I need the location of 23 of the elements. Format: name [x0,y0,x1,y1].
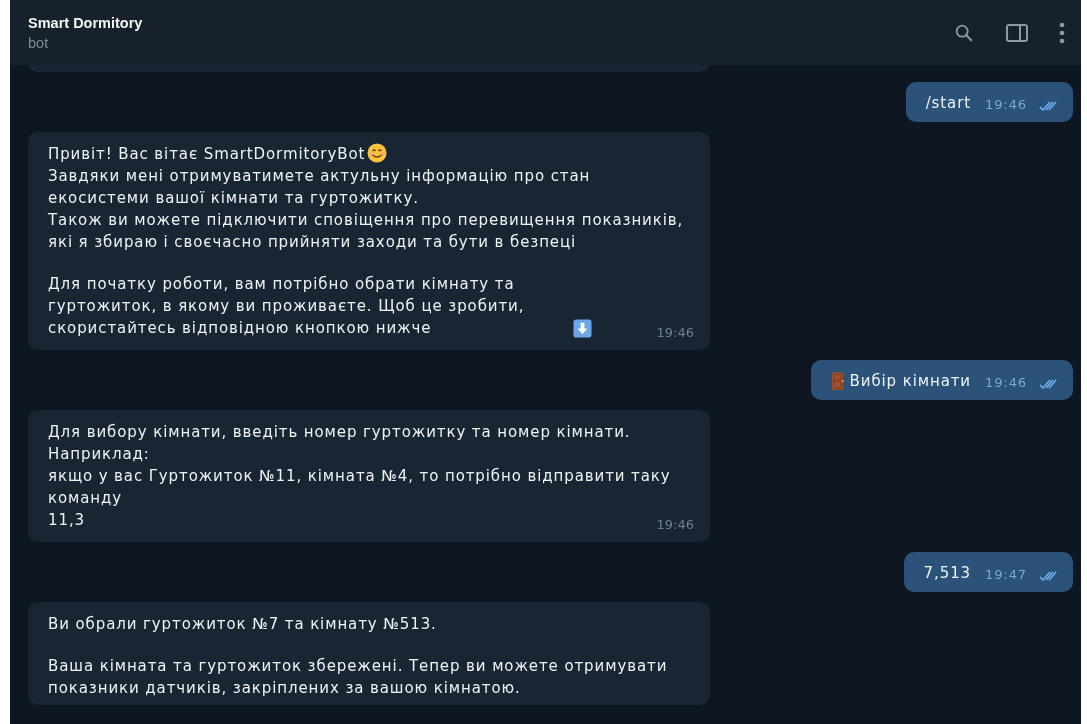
message-text: Ви обрали гуртожиток №7 та кімнату №513. [48,615,437,633]
menu-icon[interactable] [1059,21,1065,44]
message-text: Привіт! Вас вітає SmartDormitoryBot [48,145,366,163]
message-text: 11,3 [48,511,85,529]
message-time: 19:46 [985,374,1027,392]
message-text: Вибір кімнати [849,372,972,390]
smiley-icon [367,143,388,163]
sidebar-toggle-icon[interactable] [1005,22,1029,43]
message-time: 19:47 [985,566,1027,584]
message-text: Ваша кімната та гуртожиток збережені. Тепер ви можете отримувати показники датчиків, закріплених за вашою кімнатою. [48,657,668,697]
message-text: Для вибору кімнати, введіть номер гуртожитку та номер кімнати. Наприклад: [48,423,631,463]
message-time: 19:46 [656,517,694,532]
message-text: /start [925,94,972,112]
message-time: 19:46 [985,96,1027,114]
message-text: 7,513 [923,564,972,582]
chat-title: Smart Dormitory [28,14,144,31]
door-icon [830,371,844,391]
message-text: Також ви можете підключити сповіщення про перевищення показників, які я збираю і своєчасно прийняти заходи та бути в безпеці [48,211,684,251]
message-text: якщо у вас Гуртожиток №11, кімната №4, то потрібно відправити таку команду [48,467,671,507]
message-text: Для початку роботи, вам потрібно обрати кімнату та гуртожиток, в якому ви проживаєте. Щоб це зробити, скористайтесь відповідною кнопкою нижче [48,274,526,339]
message-text: Завдяки мені отримуватимете актульну інформацію про стан екосистеми вашої кімнати та гуртожитку. [48,167,591,207]
message-time: 19:46 [656,325,694,340]
chat-subtitle: bot [28,34,50,51]
